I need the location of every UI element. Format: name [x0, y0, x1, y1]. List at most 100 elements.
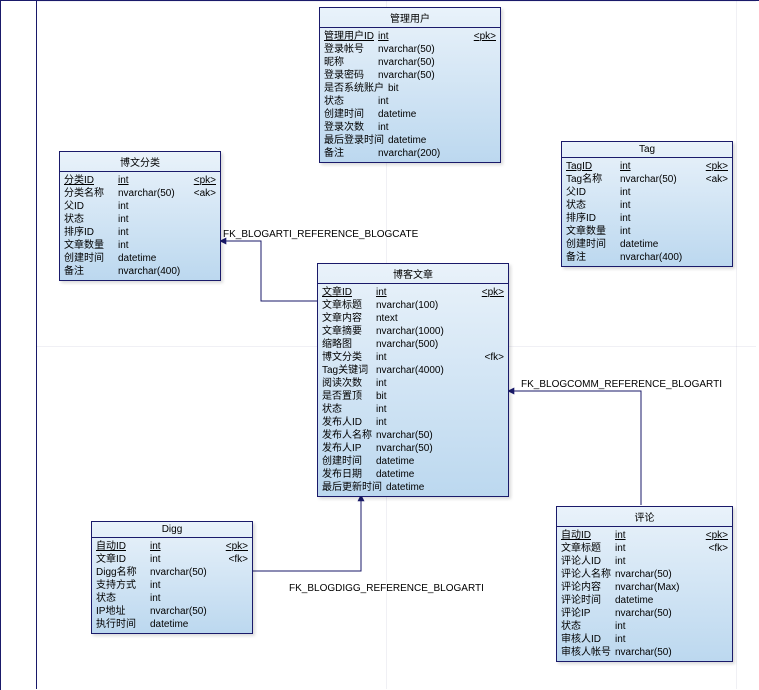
column-row: 文章数量int	[566, 225, 728, 238]
column-name: 备注	[324, 147, 374, 160]
column-type: nvarchar(200)	[374, 147, 470, 160]
entity-blog-category[interactable]: 博文分类分类IDint<pk>分类名称nvarchar(50)<ak>父IDin…	[59, 151, 221, 281]
column-name: 文章标题	[322, 299, 372, 312]
column-name: 执行时间	[96, 618, 146, 631]
column-row: Digg名称nvarchar(50)	[96, 566, 248, 579]
column-key: <fk>	[222, 553, 248, 566]
column-name: 是否置顶	[322, 390, 372, 403]
column-row: 自动IDint<pk>	[96, 540, 248, 553]
column-type: int	[374, 121, 470, 134]
column-row: 创建时间datetime	[566, 238, 728, 251]
column-row: 发布日期datetime	[322, 468, 504, 481]
entity-body: 文章IDint<pk>文章标题nvarchar(100)文章内容ntext文章摘…	[318, 284, 508, 496]
entity-title: Tag	[562, 142, 732, 158]
column-type: datetime	[374, 108, 470, 121]
entity-blog-article[interactable]: 博客文章文章IDint<pk>文章标题nvarchar(100)文章内容ntex…	[317, 263, 509, 497]
column-name: 状态	[561, 620, 611, 633]
column-row: 最后更新时间datetime	[322, 481, 504, 494]
column-row: 发布人IPnvarchar(50)	[322, 442, 504, 455]
column-name: 状态	[566, 199, 616, 212]
column-row: 文章数量int	[64, 239, 216, 252]
column-row: 备注nvarchar(400)	[64, 265, 216, 278]
column-type: int	[372, 351, 478, 364]
rel-label-digg: FK_BLOGDIGG_REFERENCE_BLOGARTI	[289, 583, 484, 594]
entity-comment[interactable]: 评论自动IDint<pk>文章标题int<fk>评论人IDint评论人名称nva…	[556, 506, 733, 662]
column-row: 审核人帐号nvarchar(50)	[561, 646, 728, 659]
column-type: int	[611, 529, 702, 542]
column-row: 文章IDint<pk>	[322, 286, 504, 299]
column-type: int	[374, 30, 470, 43]
entity-tag[interactable]: TagTagIDint<pk>Tag名称nvarchar(50)<ak>父IDi…	[561, 141, 733, 267]
column-row: 文章内容ntext	[322, 312, 504, 325]
column-type: nvarchar(1000)	[372, 325, 478, 338]
column-row: Tag名称nvarchar(50)<ak>	[566, 173, 728, 186]
column-name: 评论人名称	[561, 568, 611, 581]
column-name: 博文分类	[322, 351, 372, 364]
column-key: <ak>	[702, 173, 728, 186]
column-row: 评论时间datetime	[561, 594, 728, 607]
column-name: 文章数量	[566, 225, 616, 238]
entity-admin-user[interactable]: 管理用户管理用户IDint<pk>登录帐号nvarchar(50)昵称nvarc…	[319, 7, 501, 163]
column-type: datetime	[372, 468, 478, 481]
column-type: int	[372, 377, 478, 390]
column-type: nvarchar(100)	[372, 299, 478, 312]
column-row: 排序IDint	[64, 226, 216, 239]
column-name: 排序ID	[566, 212, 616, 225]
column-row: 备注nvarchar(400)	[566, 251, 728, 264]
column-name: 备注	[64, 265, 114, 278]
column-key: <fk>	[702, 542, 728, 555]
column-row: 状态int	[322, 403, 504, 416]
column-key: <pk>	[702, 529, 728, 542]
column-name: 缩略图	[322, 338, 372, 351]
column-row: 发布人IDint	[322, 416, 504, 429]
column-type: nvarchar(50)	[372, 429, 478, 442]
column-name: 文章数量	[64, 239, 114, 252]
column-row: 分类IDint<pk>	[64, 174, 216, 187]
column-row: 状态int	[324, 95, 496, 108]
entity-body: 自动IDint<pk>文章标题int<fk>评论人IDint评论人名称nvarc…	[557, 527, 732, 661]
column-name: 创建时间	[64, 252, 114, 265]
column-row: 文章摘要nvarchar(1000)	[322, 325, 504, 338]
entity-body: 自动IDint<pk>文章IDint<fk>Digg名称nvarchar(50)…	[92, 538, 252, 633]
column-name: 登录次数	[324, 121, 374, 134]
column-name: 是否系统账户	[324, 82, 384, 95]
entity-title: 管理用户	[320, 8, 500, 28]
column-row: 备注nvarchar(200)	[324, 147, 496, 160]
column-type: int	[114, 239, 190, 252]
column-type: datetime	[146, 618, 222, 631]
column-name: 最后更新时间	[322, 481, 382, 494]
column-type: int	[372, 286, 478, 299]
column-type: int	[146, 579, 222, 592]
column-type: bit	[384, 82, 470, 95]
column-name: 发布人名称	[322, 429, 372, 442]
column-type: nvarchar(50)	[374, 69, 470, 82]
column-row: 登录帐号nvarchar(50)	[324, 43, 496, 56]
column-row: Tag关键词nvarchar(4000)	[322, 364, 504, 377]
column-row: 发布人名称nvarchar(50)	[322, 429, 504, 442]
column-key: <pk>	[478, 286, 504, 299]
column-row: 支持方式int	[96, 579, 248, 592]
column-row: 阅读次数int	[322, 377, 504, 390]
entity-digg[interactable]: Digg自动IDint<pk>文章IDint<fk>Digg名称nvarchar…	[91, 521, 253, 634]
column-name: 审核人ID	[561, 633, 611, 646]
column-type: int	[146, 540, 222, 553]
column-name: 审核人帐号	[561, 646, 611, 659]
column-name: 文章内容	[322, 312, 372, 325]
column-type: ntext	[372, 312, 478, 325]
column-row: 昵称nvarchar(50)	[324, 56, 496, 69]
column-row: 状态int	[64, 213, 216, 226]
column-type: nvarchar(4000)	[372, 364, 478, 377]
column-name: 创建时间	[566, 238, 616, 251]
column-name: 创建时间	[322, 455, 372, 468]
column-row: 文章IDint<fk>	[96, 553, 248, 566]
column-name: 状态	[322, 403, 372, 416]
column-row: 状态int	[561, 620, 728, 633]
column-key: <ak>	[190, 187, 216, 200]
diagram-canvas[interactable]: FK_BLOGARTI_REFERENCE_BLOGCATE FK_BLOGDI…	[0, 0, 759, 690]
column-name: 评论人ID	[561, 555, 611, 568]
column-name: 状态	[324, 95, 374, 108]
column-row: 创建时间datetime	[322, 455, 504, 468]
column-type: int	[146, 592, 222, 605]
column-type: datetime	[384, 134, 470, 147]
column-name: 阅读次数	[322, 377, 372, 390]
